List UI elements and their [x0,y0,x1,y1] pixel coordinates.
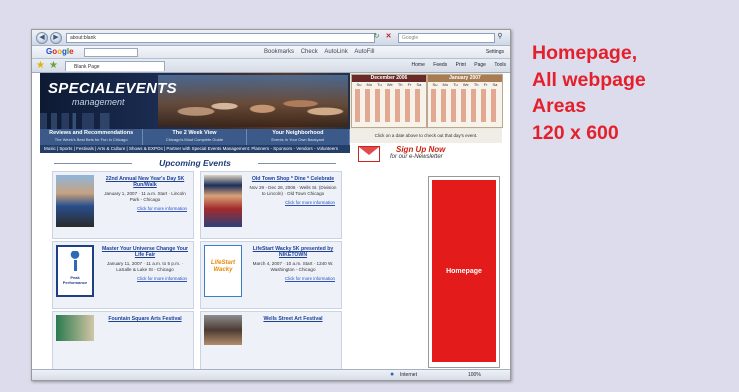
browser-window: ◀ ▶ about:blank ↻ ✕ Google ⚲ Google Book… [31,29,511,381]
event-title[interactable]: Old Town Shop * Dine * Celebrate [247,176,339,182]
caption-line: Areas [532,95,587,117]
stop-icon[interactable]: ✕ [384,33,393,41]
back-arrow-icon[interactable]: ◀ [36,32,48,44]
skyline-graphic [40,113,160,129]
ad-label: Homepage [446,267,482,275]
ad-slot-120x600: Homepage [428,176,500,368]
website-content: SPECIALEVENTS management December 2006 S… [40,73,503,371]
forward-arrow-icon[interactable]: ▶ [50,32,62,44]
address-bar[interactable]: about:blank [66,33,375,43]
newsletter-signup[interactable]: Sign Up Now for our e-Newsletter [350,143,502,165]
google-logo[interactable]: Google [46,47,74,57]
google-toolbar-buttons: Bookmarks Check AutoLink AutoFill [264,48,379,56]
calendar-title: January 2007 [428,75,502,82]
settings-button[interactable]: Settings [486,48,504,56]
event-photo[interactable] [56,175,94,227]
caption-line: 120 x 600 [532,121,619,144]
event-photo[interactable] [204,315,242,345]
event-card[interactable]: Master Your Universe Change Your Life Fa… [52,241,194,309]
signup-title[interactable]: Sign Up Now [396,146,445,154]
event-title[interactable]: Wells Street Art Festival [247,316,339,322]
event-more-link[interactable]: Click for more information [99,206,191,211]
site-nav-strip: Reviews and Recommendations The Week's B… [40,129,350,145]
event-logo[interactable] [204,245,242,297]
site-header-banner: SPECIALEVENTS management [40,73,350,129]
event-more-link[interactable]: Click for more information [247,200,339,205]
address-toolbar: ◀ ▶ about:blank ↻ ✕ Google ⚲ [32,30,510,46]
status-bar: ● Internet 100% [32,369,510,380]
caption-text: Homepage, All webpage Areas 120 x 600 [532,40,732,146]
calendar-grid[interactable] [355,89,423,122]
event-card[interactable]: LifeStart Wacky 5K presented by NIKETOWN… [200,241,342,309]
event-title[interactable]: LifeStart Wacky 5K presented by NIKETOWN [247,246,339,258]
event-title[interactable]: Master Your Universe Change Your Life Fa… [99,246,191,258]
google-search-input[interactable] [84,48,138,57]
event-photo[interactable] [204,175,242,227]
page-menu[interactable]: Page [474,61,486,70]
caption-line: All webpage [532,68,646,91]
search-input[interactable]: Google [398,33,495,43]
signup-subtitle: for our e-Newsletter [390,154,443,160]
site-logo-subtitle: management [72,97,125,107]
print-button[interactable]: Print [456,61,466,70]
tab-blank-page[interactable]: Blank Page [65,61,165,71]
calendar-panel: December 2006 Su Mo Tu We Th Fr Sa January 200… [350,73,503,129]
nav-neighborhood[interactable]: Your Neighborhood Events In Your Own Bac… [247,129,350,145]
search-icon[interactable]: ⚲ [495,33,505,41]
envelope-icon [358,146,380,162]
tab-toolbar: ★ ★ Blank Page Home Feeds Print Page Too… [32,59,510,73]
calendar-weekdays: Su Mo Tu We Th Fr Sa [432,82,498,87]
zoom-level[interactable]: 100% [468,370,481,380]
tools-menu[interactable]: Tools [494,61,506,70]
home-button[interactable]: Home [412,61,425,70]
event-card[interactable]: 22nd Annual New Year's Day 5K Run/Walk J… [52,171,194,239]
event-logo[interactable] [56,245,94,297]
calendar-january[interactable]: January 2007 Su Mo Tu We Th Fr Sa [427,74,503,128]
event-more-link[interactable]: Click for more information [247,276,339,281]
calendar-weekdays: Su Mo Tu We Th Fr Sa [356,82,422,87]
refresh-icon[interactable]: ↻ [372,33,381,41]
event-more-link[interactable]: Click for more information [99,276,191,281]
event-title[interactable]: Fountain Square Arts Festival [99,316,191,322]
upcoming-events-heading: Upcoming Events [40,157,350,169]
gbar-autolink[interactable]: AutoLink [324,48,347,56]
calendar-title: December 2006 [352,75,426,82]
nav-two-week-view[interactable]: The 2 Week View Chicago's Most Complete … [143,129,247,145]
gbar-autofill[interactable]: AutoFill [354,48,374,56]
favorites-star-icon[interactable]: ★ [36,60,45,71]
feeds-button[interactable]: Feeds [433,61,447,70]
globe-icon: ● [390,371,395,378]
homepage-ad-banner[interactable]: Homepage [432,180,496,362]
event-info: January 1, 2007 · 11 a.m. Start · Lincol… [104,191,186,202]
security-zone: Internet [400,372,417,378]
calendar-grid[interactable] [431,89,499,122]
google-toolbar: Google Bookmarks Check AutoLink AutoFill… [32,46,510,59]
event-info: March 4, 2007 · 10 a.m. Start · 1340 W. … [252,261,334,272]
event-card[interactable]: Wells Street Art Festival [200,311,342,371]
command-bar: Home Feeds Print Page Tools [405,61,506,70]
event-logo[interactable] [56,315,94,341]
category-bar[interactable]: Music | Sports | Festivals | Arts & Cult… [40,145,350,153]
event-card[interactable]: Old Town Shop * Dine * Celebrate Nov 29 … [200,171,342,239]
header-photo [158,75,348,127]
gbar-bookmarks[interactable]: Bookmarks [264,48,294,56]
gbar-check[interactable]: Check [301,48,318,56]
nav-reviews[interactable]: Reviews and Recommendations The Week's B… [40,129,144,145]
event-card[interactable]: Fountain Square Arts Festival [52,311,194,371]
event-title[interactable]: 22nd Annual New Year's Day 5K Run/Walk [99,176,191,188]
event-info: Nov 29 - Dec 28, 2006 · Wells St. (Divis… [249,185,337,196]
calendar-note: Click on a date above to check out that … [350,129,502,143]
site-logo[interactable]: SPECIALEVENTS [48,81,177,97]
calendar-december[interactable]: December 2006 Su Mo Tu We Th Fr Sa [351,74,427,128]
add-favorites-icon[interactable]: ★ [49,60,58,71]
event-info: January 11, 2007 · 11 a.m. to 5 p.m. · L… [106,261,184,272]
caption-line: Homepage, [532,42,638,64]
